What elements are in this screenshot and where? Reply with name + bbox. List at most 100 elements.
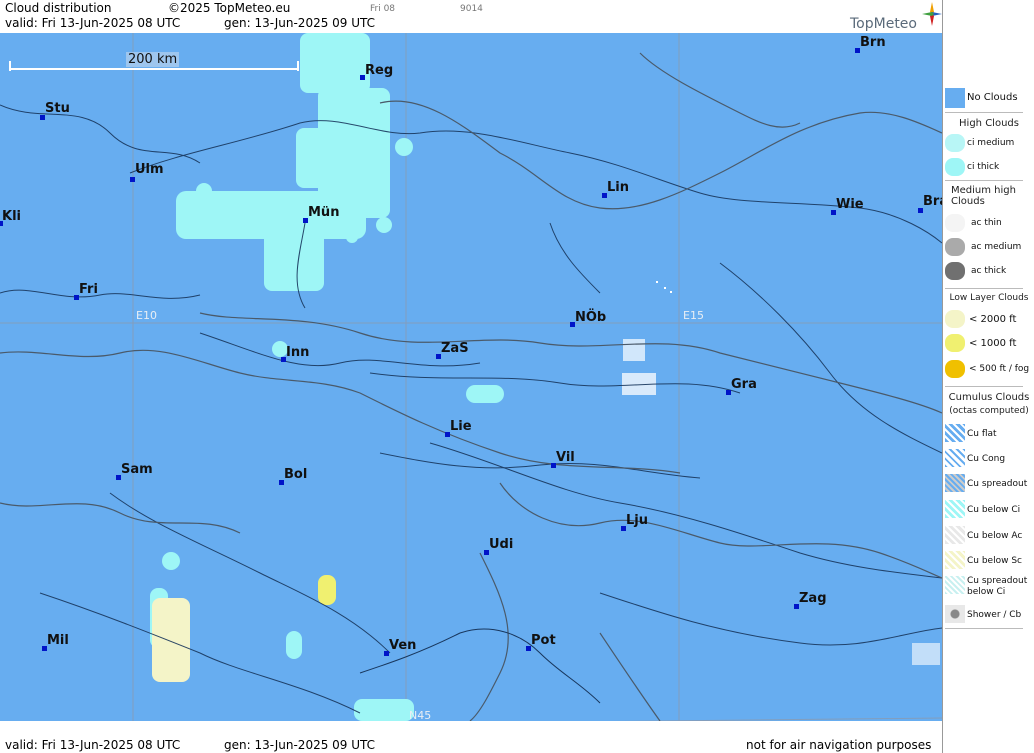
legend-label: < 2000 ft [969, 314, 1017, 325]
city-marker[interactable]: Pot [526, 633, 556, 651]
cu-spreadout-swatch [945, 474, 965, 492]
city-marker[interactable]: Stu [40, 101, 70, 120]
city-marker[interactable]: Lju [621, 513, 648, 531]
topmeteo-logo[interactable]: TopMeteo [850, 2, 942, 32]
city-label: Ven [389, 638, 417, 653]
cu-flat-swatch [945, 424, 965, 442]
city-marker[interactable]: Zag [794, 591, 827, 609]
city-label: Lin [607, 180, 629, 195]
compass-icon [922, 2, 942, 26]
footer: valid: Fri 13-Jun-2025 08 UTC gen: 13-Ju… [0, 738, 942, 753]
city-label: Fri [79, 282, 98, 297]
grid-label-n45: N45 [409, 709, 432, 721]
legend-section-title: Medium high Clouds [951, 185, 1016, 207]
city-marker[interactable]: Lie [445, 419, 472, 437]
city-marker[interactable]: Bra [918, 194, 942, 213]
city-marker[interactable]: Bol [279, 467, 308, 485]
legend-label: Cu spreadout below Ci [967, 576, 1028, 597]
grid-label-e10: E10 [136, 309, 157, 322]
city-marker[interactable]: ZaS [436, 341, 469, 359]
ac-thin-swatch [945, 214, 965, 232]
cu-below-sc-swatch [945, 551, 965, 569]
city-label: Ulm [135, 162, 164, 177]
ci-medium-swatch [945, 134, 965, 152]
legend-label: ac thin [971, 218, 1002, 228]
legend-label: ci thick [967, 162, 1000, 172]
city-marker[interactable]: Mil [42, 633, 69, 651]
legend-label: Shower / Cb [967, 610, 1022, 620]
city-label: Bol [284, 467, 308, 482]
city-label: Bra [923, 194, 942, 209]
city-label: Lie [450, 419, 472, 434]
legend-label: Cu flat [967, 429, 997, 439]
city-label: Lju [626, 513, 648, 528]
valid-time: valid: Fri 13-Jun-2025 08 UTC [5, 16, 181, 30]
city-marker[interactable]: Gra [726, 377, 757, 395]
city-label: Stu [45, 101, 70, 116]
city-label: Sam [121, 462, 153, 477]
footer-valid-time: valid: Fri 13-Jun-2025 08 UTC [5, 738, 181, 752]
legend-label: ac medium [971, 242, 1022, 252]
legend-section-title: Low Layer Clouds [949, 293, 1029, 303]
city-label: NÖb [575, 310, 607, 325]
cu-below-ac-swatch [945, 526, 965, 544]
city-label: Zag [799, 591, 827, 606]
city-marker[interactable]: Ulm [130, 162, 164, 182]
header: Cloud distribution ©2025 TopMeteo.eu Fri… [0, 0, 942, 33]
city-label: Udi [489, 537, 514, 552]
city-marker[interactable]: Inn [281, 345, 310, 362]
city-marker[interactable]: Mün [303, 205, 340, 223]
low-2000-swatch [945, 310, 965, 328]
legend-label: < 1000 ft [969, 338, 1017, 349]
city-label: Mil [47, 633, 69, 648]
map-graphics [0, 33, 942, 721]
ac-medium-swatch [945, 238, 965, 256]
city-marker[interactable]: NÖb [570, 310, 607, 327]
city-marker[interactable]: Reg [360, 63, 394, 80]
legend-label: Cu below Sc [967, 556, 1022, 566]
map-title: Cloud distribution [5, 1, 112, 15]
city-marker[interactable]: Fri [74, 282, 98, 300]
city-label: Vil [556, 450, 575, 465]
city-marker[interactable]: Lin [602, 180, 629, 198]
no-clouds-swatch [945, 88, 965, 108]
city-label: Inn [286, 345, 310, 360]
ac-thick-swatch [945, 262, 965, 280]
legend-label: < 500 ft / fog [969, 364, 1030, 374]
scale-label: 200 km [126, 52, 180, 67]
code-label: 9014 [460, 4, 483, 14]
copyright: ©2025 TopMeteo.eu [168, 1, 291, 15]
city-marker[interactable]: Sam [116, 462, 153, 480]
city-marker[interactable]: Udi [484, 537, 514, 555]
city-label: Pot [531, 633, 556, 648]
city-marker[interactable]: Vil [551, 450, 575, 468]
cu-spreadout-below-ci-swatch [945, 576, 965, 594]
legend-section-subtitle: (octas computed) [949, 406, 1029, 416]
city-label: Mün [308, 205, 340, 220]
footer-generated-time: gen: 13-Jun-2025 09 UTC [224, 738, 376, 752]
cu-below-ci-swatch [945, 500, 965, 518]
legend-panel: No Clouds High Clouds ci medium ci thick… [942, 0, 1034, 753]
city-marker[interactable]: Ven [384, 638, 417, 656]
legend-section-title: High Clouds [959, 118, 1019, 129]
cloud-map[interactable]: 200 km E10 E15 N45 Reg Brn Stu Ulm Lin K… [0, 33, 942, 721]
city-label: Gra [731, 377, 757, 392]
city-label: Brn [860, 35, 886, 50]
disclaimer: not for air navigation purposes [746, 738, 932, 752]
legend-label: Cu spreadout [967, 479, 1028, 489]
cu-cong-swatch [945, 449, 965, 467]
generated-time: gen: 13-Jun-2025 09 UTC [224, 16, 376, 30]
legend-label: No Clouds [967, 92, 1018, 103]
shower-swatch [945, 605, 965, 623]
legend-label: Cu Cong [967, 454, 1006, 464]
city-label: Reg [365, 63, 394, 78]
legend-label: ac thick [971, 266, 1007, 276]
city-marker[interactable]: Wie [831, 197, 864, 215]
city-marker[interactable]: Brn [855, 35, 886, 53]
city-label: Kli [2, 209, 21, 224]
city-marker[interactable]: Kli [0, 209, 21, 226]
legend-label: Cu below Ci [967, 505, 1021, 515]
ci-thick-swatch [945, 158, 965, 176]
low-500-swatch [945, 360, 965, 378]
city-label: ZaS [441, 341, 469, 356]
